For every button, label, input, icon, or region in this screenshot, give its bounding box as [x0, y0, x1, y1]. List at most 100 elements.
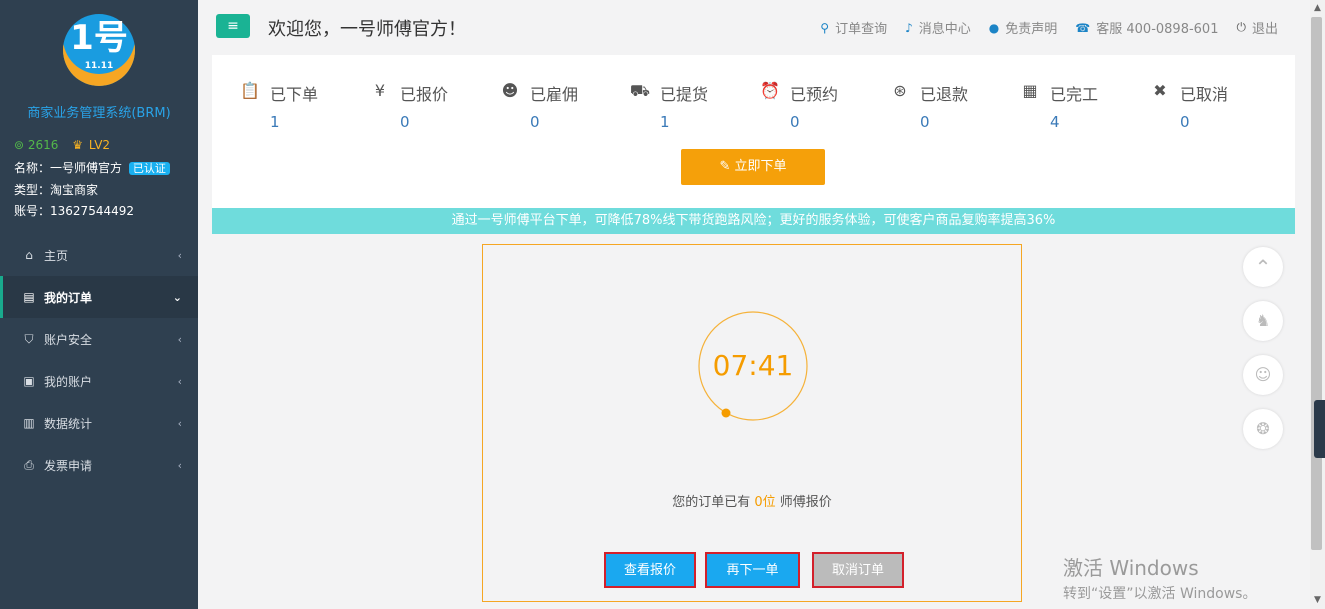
- status-count: 0: [920, 113, 930, 131]
- place-order-button[interactable]: ✎ 立即下单: [681, 149, 825, 185]
- top-link-label: 免责声明: [1005, 22, 1058, 37]
- hamburger-icon: ≡: [227, 18, 239, 34]
- type-value: 淘宝商家: [50, 183, 99, 197]
- cancel-order-button[interactable]: 取消订单: [812, 552, 904, 588]
- order-card: 07:41 您的订单已有 0位 师傅报价 查看报价 再下一单 取消订单: [482, 244, 1022, 602]
- crown-icon: ♛: [72, 138, 84, 152]
- account-value: 13627544492: [50, 204, 134, 218]
- customer-service-link[interactable]: ☎ 客服 400-0898-601: [1075, 18, 1219, 38]
- sidebar-item-my-account[interactable]: ▣ 我的账户 ‹: [0, 360, 198, 402]
- welcome-message: 欢迎您，一号师傅官方！: [268, 19, 466, 40]
- sidebar-item-label: 主页: [44, 248, 69, 263]
- windows-activation-watermark: 激活 Windows 转到“设置”以激活 Windows。: [1063, 552, 1256, 603]
- status-count: 0: [1180, 113, 1190, 131]
- sidebar-item-label: 数据统计: [44, 416, 93, 431]
- qq-icon: ♞: [1255, 311, 1271, 330]
- order-query-link[interactable]: ⚲ 订单查询: [820, 18, 887, 38]
- back-to-top-button[interactable]: ⌃: [1243, 247, 1283, 287]
- sidebar-item-label: 账户安全: [44, 332, 93, 347]
- truck-icon: ⛟: [629, 81, 651, 100]
- home-icon: ⌂: [25, 248, 33, 262]
- chevron-down-icon: ⌄: [172, 290, 182, 304]
- order-status-panel: 📋 已下单 1 ¥ 已报价 0 ☻ 已雇佣 0 ⛟ 已提货 1 ⏰ 已预约 0 …: [212, 55, 1295, 208]
- wechat-button[interactable]: ❂: [1243, 409, 1283, 449]
- status-label: 已报价: [400, 85, 449, 104]
- sidebar-item-statistics[interactable]: ▥ 数据统计 ‹: [0, 402, 198, 444]
- type-label: 类型：: [14, 183, 51, 197]
- back-to-top-icon: ⌃: [1254, 255, 1272, 279]
- chevron-left-icon: ‹: [177, 332, 182, 346]
- shield-check-icon: ⛉: [24, 331, 34, 346]
- merchant-type-row: 类型：淘宝商家: [14, 181, 98, 198]
- status-label: 已退款: [920, 85, 969, 104]
- sidebar-item-label: 我的订单: [44, 290, 93, 305]
- chat-icon: ●: [988, 20, 1000, 35]
- status-count: 0: [790, 113, 800, 131]
- top-nav: ⚲ 订单查询 ♪ 消息中心 ● 免责声明 ☎ 客服 400-0898-601 ⏻…: [802, 18, 1278, 37]
- wallet-icon: ▣: [23, 374, 35, 388]
- top-bar: ≡ 欢迎您，一号师傅官方！ ⚲ 订单查询 ♪ 消息中心 ● 免责声明 ☎ 客服 …: [198, 0, 1310, 54]
- search-icon: ⚲: [820, 20, 830, 35]
- bar-chart-icon: ▥: [23, 416, 35, 430]
- wechat-icon: ❂: [1256, 419, 1270, 438]
- status-count: 1: [270, 113, 280, 131]
- view-quotes-button[interactable]: 查看报价: [604, 552, 696, 588]
- chevron-left-icon: ‹: [177, 374, 182, 388]
- scroll-down-arrow-icon[interactable]: ▼: [1311, 593, 1324, 607]
- alarm-clock-icon: ⏰: [760, 81, 780, 100]
- watermark-line-1: 激活 Windows: [1063, 556, 1199, 580]
- sidebar-item-my-orders[interactable]: ▤ 我的订单 ⌄: [0, 276, 198, 318]
- sidebar-item-home[interactable]: ⌂ 主页 ‹: [0, 234, 198, 276]
- logout-link[interactable]: ⏻ 退出: [1236, 18, 1278, 37]
- merchant-account-row: 账号：13627544492: [14, 202, 134, 219]
- chevron-left-icon: ‹: [177, 248, 182, 262]
- brand-logo[interactable]: 1号 11.11: [63, 14, 135, 86]
- phone-icon: ☎: [1075, 20, 1091, 35]
- countdown-timer: 07:41: [712, 349, 794, 382]
- status-count: 4: [1050, 113, 1060, 131]
- sidebar-item-invoice[interactable]: ⎙ 发票申请 ‹: [0, 444, 198, 486]
- merchant-stats: ⊚ 2616 ♛ LV2: [14, 138, 110, 152]
- logo-main-text: 1号: [70, 18, 128, 58]
- quote-count: 0位: [754, 495, 776, 510]
- watermark-line-2: 转到“设置”以激活 Windows。: [1063, 586, 1257, 602]
- sidebar-item-label: 发票申请: [44, 458, 93, 473]
- bell-icon: ♪: [905, 20, 913, 35]
- top-link-label: 客服 400-0898-601: [1096, 22, 1219, 37]
- message-center-link[interactable]: ♪ 消息中心: [905, 18, 971, 38]
- menu-toggle-button[interactable]: ≡: [216, 14, 250, 38]
- status-label: 已完工: [1050, 85, 1099, 104]
- status-label: 已下单: [270, 85, 319, 104]
- name-label: 名称：: [14, 161, 51, 175]
- merchant-name-row: 名称：一号师傅官方 已认证: [14, 159, 170, 176]
- yen-receipt-icon: ¥: [374, 81, 386, 100]
- worker-icon: ☻: [501, 81, 519, 100]
- printer-icon: ⎙: [24, 457, 34, 472]
- verified-badge: 已认证: [128, 162, 170, 175]
- sidebar-nav: ⌂ 主页 ‹ ▤ 我的订单 ⌄ ⛉ 账户安全 ‹ ▣ 我的账户 ‹ ▥ 数据统计…: [0, 234, 198, 486]
- side-widget-tab[interactable]: [1314, 400, 1325, 458]
- power-icon: ⏻: [1236, 20, 1246, 34]
- system-title: 商家业务管理系统(BRM): [27, 106, 171, 121]
- scrollbar-thumb[interactable]: [1311, 17, 1322, 550]
- scroll-up-arrow-icon[interactable]: ▲: [1311, 1, 1324, 15]
- points-value: 2616: [27, 138, 59, 152]
- qq-button[interactable]: ♞: [1243, 301, 1283, 341]
- customer-service-button[interactable]: ☺: [1243, 355, 1283, 395]
- promo-banner: 通过一号师傅平台下单，可降低78%线下带货跑路风险；更好的服务体验，可使客户商品…: [212, 208, 1295, 234]
- disclaimer-link[interactable]: ● 免责声明: [988, 18, 1058, 38]
- logo-sub-text: 11.11: [84, 61, 114, 71]
- top-link-label: 消息中心: [918, 22, 971, 37]
- reorder-button[interactable]: 再下一单: [705, 552, 800, 588]
- status-count: 1: [660, 113, 670, 131]
- top-link-label: 退出: [1251, 22, 1278, 37]
- calendar-check-icon: ▦: [1022, 81, 1038, 100]
- points-icon: ⊚: [14, 138, 25, 152]
- cancel-circle-icon: ✖: [1153, 81, 1167, 100]
- status-label: 已提货: [660, 85, 709, 104]
- status-label: 已取消: [1180, 85, 1229, 104]
- quote-suffix: 师傅报价: [775, 495, 832, 510]
- sidebar-item-account-security[interactable]: ⛉ 账户安全 ‹: [0, 318, 198, 360]
- status-count: 0: [400, 113, 410, 131]
- status-label: 已雇佣: [530, 85, 579, 104]
